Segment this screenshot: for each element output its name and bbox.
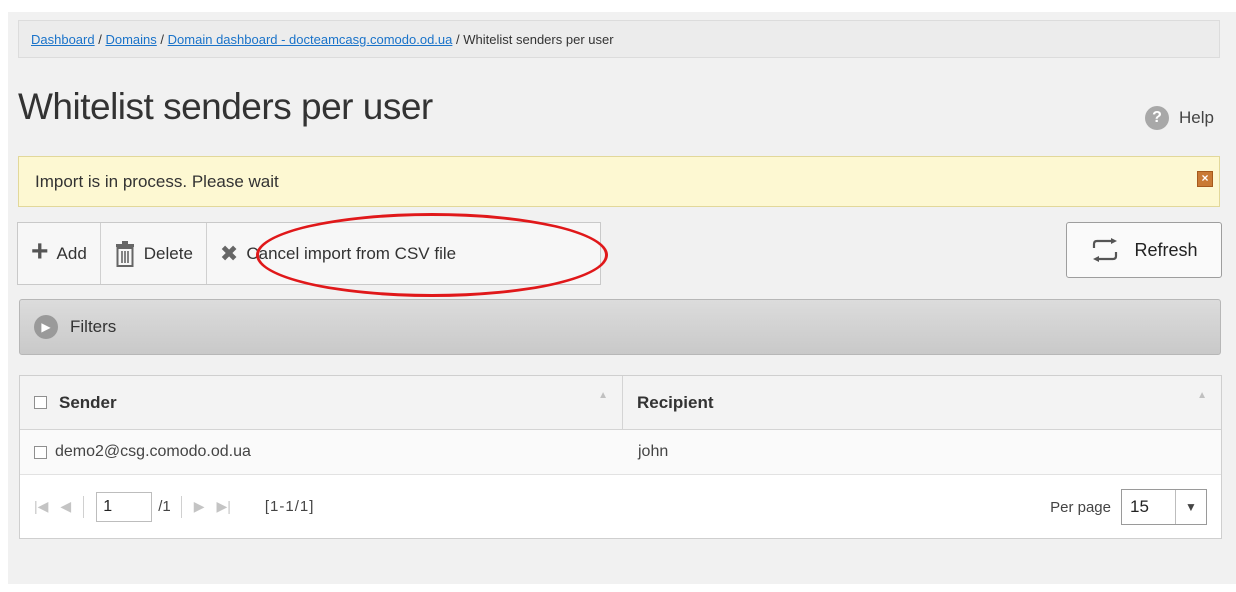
cancel-import-button[interactable]: ✖ Cancel import from CSV file	[207, 223, 469, 284]
column-label-sender: Sender	[59, 392, 117, 412]
help-label: Help	[1179, 108, 1214, 127]
pagination-bar: |◀ ◀ 1 /1 ▶ ▶| [1-1/1] Per page 15 ▼	[20, 475, 1221, 538]
close-icon[interactable]: ×	[1197, 171, 1213, 187]
per-page-label: Per page	[1050, 498, 1111, 516]
filters-label: Filters	[70, 317, 117, 336]
first-page-icon[interactable]: |◀	[34, 498, 48, 515]
breadcrumb-separator: /	[98, 32, 102, 47]
per-page-value: 15	[1130, 497, 1149, 516]
cancel-import-label: Cancel import from CSV file	[246, 243, 457, 263]
toolbar: + Add Delete ✖ Cancel import from CSV fi…	[17, 222, 601, 285]
total-pages: /1	[158, 498, 171, 515]
column-header-sender[interactable]: Sender ▲	[20, 376, 623, 429]
expand-arrow-icon: ▶	[34, 315, 58, 339]
filters-panel-toggle[interactable]: ▶ Filters	[19, 299, 1221, 355]
pager-divider	[180, 495, 182, 518]
last-page-icon[interactable]: ▶|	[216, 498, 230, 515]
whitelist-table: Sender ▲ Recipient ▲ demo2@csg.comodo.od…	[19, 375, 1222, 539]
recipient-cell: john	[638, 443, 669, 460]
select-all-checkbox[interactable]	[34, 396, 47, 409]
breadcrumb-current: Whitelist senders per user	[463, 32, 614, 47]
refresh-button[interactable]: Refresh	[1066, 222, 1222, 278]
sort-arrow-icon: ▲	[1197, 390, 1207, 401]
import-notice: Import is in process. Please wait ×	[18, 156, 1220, 207]
breadcrumb-link-domains[interactable]: Domains	[105, 32, 156, 47]
trash-icon	[115, 240, 134, 267]
per-page-select[interactable]: 15 ▼	[1121, 489, 1207, 525]
table-row[interactable]: demo2@csg.comodo.od.ua john	[20, 430, 1221, 475]
page-number-input[interactable]: 1	[96, 491, 153, 522]
column-header-recipient[interactable]: Recipient ▲	[623, 376, 1221, 429]
plus-icon: +	[31, 235, 49, 268]
delete-button[interactable]: Delete	[101, 223, 207, 284]
add-button[interactable]: + Add	[18, 223, 101, 284]
breadcrumb-link-dashboard[interactable]: Dashboard	[31, 32, 95, 47]
delete-label: Delete	[143, 243, 193, 263]
per-page-control: Per page 15 ▼	[1050, 489, 1207, 525]
refresh-label: Refresh	[1134, 239, 1198, 260]
notice-text: Import is in process. Please wait	[35, 172, 279, 191]
table-header: Sender ▲ Recipient ▲	[20, 376, 1221, 430]
breadcrumb: Dashboard / Domains / Domain dashboard -…	[18, 20, 1220, 58]
row-checkbox[interactable]	[34, 445, 47, 459]
pager-divider	[83, 495, 85, 518]
help-link[interactable]: ? Help	[1145, 106, 1214, 130]
breadcrumb-separator: /	[160, 32, 165, 47]
chevron-down-icon: ▼	[1175, 490, 1206, 524]
breadcrumb-link-domain-dashboard[interactable]: Domain dashboard - docteamcasg.comodo.od…	[168, 32, 453, 47]
add-label: Add	[56, 243, 87, 263]
page-title: Whitelist senders per user	[18, 86, 433, 127]
next-page-icon[interactable]: ▶	[194, 498, 205, 515]
cancel-x-icon: ✖	[219, 240, 239, 266]
record-range: [1-1/1]	[264, 498, 315, 515]
column-label-recipient: Recipient	[637, 392, 714, 412]
help-icon: ?	[1145, 106, 1170, 130]
sort-arrow-icon: ▲	[598, 390, 608, 401]
prev-page-icon[interactable]: ◀	[60, 498, 71, 515]
sender-cell: demo2@csg.comodo.od.ua	[55, 443, 251, 460]
refresh-icon	[1093, 238, 1118, 262]
breadcrumb-separator: /	[456, 32, 460, 47]
